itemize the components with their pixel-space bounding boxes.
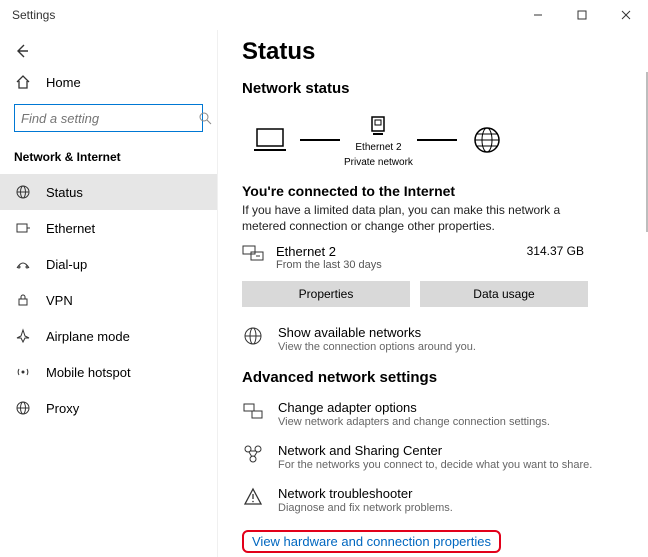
sidebar-item-label: Proxy — [46, 401, 79, 416]
sidebar-item-label: Ethernet — [46, 221, 95, 236]
home-label: Home — [46, 75, 81, 90]
adv-title: Network troubleshooter — [278, 486, 453, 501]
connected-sub: If you have a limited data plan, you can… — [242, 202, 592, 234]
sharing-center-item[interactable]: Network and Sharing Center For the netwo… — [242, 443, 624, 472]
globe-large-icon — [461, 125, 513, 155]
sidebar-item-hotspot[interactable]: Mobile hotspot — [0, 354, 217, 390]
computer-icon — [244, 126, 296, 154]
sidebar-item-vpn[interactable]: VPN — [0, 282, 217, 318]
network-item: Ethernet 2 From the last 30 days 314.37 … — [242, 244, 624, 271]
sidebar-item-airplane[interactable]: Airplane mode — [0, 318, 217, 354]
topology-device-label: Ethernet 2 — [355, 142, 401, 154]
topology-device-sub: Private network — [344, 157, 413, 169]
airplane-icon — [14, 328, 32, 344]
sidebar-item-home[interactable]: Home — [0, 66, 217, 98]
titlebar: Settings — [0, 0, 648, 30]
sidebar-item-ethernet[interactable]: Ethernet — [0, 210, 217, 246]
sidebar: Home Network & Internet Status Ethernet … — [0, 30, 218, 557]
show-networks-title: Show available networks — [278, 325, 476, 340]
ethernet-icon — [14, 220, 32, 236]
proxy-icon — [14, 400, 32, 416]
adv-title: Network and Sharing Center — [278, 443, 592, 458]
advanced-heading: Advanced network settings — [242, 369, 624, 386]
page-title: Status — [242, 38, 624, 66]
home-icon — [14, 74, 32, 90]
sidebar-item-dialup[interactable]: Dial-up — [0, 246, 217, 282]
search-icon — [199, 112, 212, 125]
properties-button[interactable]: Properties — [242, 281, 410, 307]
sidebar-item-label: Dial-up — [46, 257, 87, 272]
window-title: Settings — [12, 8, 55, 22]
network-sub: From the last 30 days — [276, 259, 515, 271]
adapter-icon — [242, 400, 264, 429]
sharing-icon — [242, 443, 264, 472]
adv-desc: View network adapters and change connect… — [278, 415, 550, 429]
sidebar-section-title: Network & Internet — [0, 142, 217, 174]
sidebar-item-label: Mobile hotspot — [46, 365, 131, 380]
search-input[interactable] — [14, 104, 203, 132]
network-topology: Ethernet 2 Private network — [242, 111, 624, 169]
hardware-properties-link[interactable]: View hardware and connection properties — [252, 534, 491, 549]
main-content: Status Network status Ethernet 2 Private… — [218, 30, 648, 557]
show-networks-desc: View the connection options around you. — [278, 340, 476, 354]
network-adapter-icon — [242, 244, 264, 264]
maximize-button[interactable] — [560, 0, 604, 30]
vpn-icon — [14, 292, 32, 308]
show-networks-item[interactable]: Show available networks View the connect… — [242, 325, 624, 354]
connected-heading: You're connected to the Internet — [242, 183, 624, 199]
back-arrow-icon — [14, 43, 30, 59]
troubleshooter-item[interactable]: Network troubleshooter Diagnose and fix … — [242, 486, 624, 515]
adv-desc: For the networks you connect to, decide … — [278, 458, 592, 472]
sidebar-item-proxy[interactable]: Proxy — [0, 390, 217, 426]
globe-icon — [14, 184, 32, 200]
adv-title: Change adapter options — [278, 400, 550, 415]
hardware-link-highlight: View hardware and connection properties — [242, 530, 501, 553]
adv-desc: Diagnose and fix network problems. — [278, 501, 453, 515]
dialup-icon — [14, 256, 32, 272]
sidebar-item-label: Status — [46, 185, 83, 200]
minimize-button[interactable] — [516, 0, 560, 30]
globe-small-icon — [242, 325, 264, 354]
network-data-usage: 314.37 GB — [527, 244, 624, 258]
sidebar-item-label: Airplane mode — [46, 329, 130, 344]
sidebar-item-label: VPN — [46, 293, 73, 308]
data-usage-button[interactable]: Data usage — [420, 281, 588, 307]
sidebar-item-status[interactable]: Status — [0, 174, 217, 210]
router-icon: Ethernet 2 Private network — [344, 111, 413, 169]
network-name: Ethernet 2 — [276, 244, 515, 259]
network-status-heading: Network status — [242, 80, 624, 97]
back-button[interactable] — [0, 36, 40, 66]
warning-icon — [242, 486, 264, 515]
search-field[interactable] — [21, 111, 199, 126]
close-button[interactable] — [604, 0, 648, 30]
hotspot-icon — [14, 364, 32, 380]
change-adapter-item[interactable]: Change adapter options View network adap… — [242, 400, 624, 429]
